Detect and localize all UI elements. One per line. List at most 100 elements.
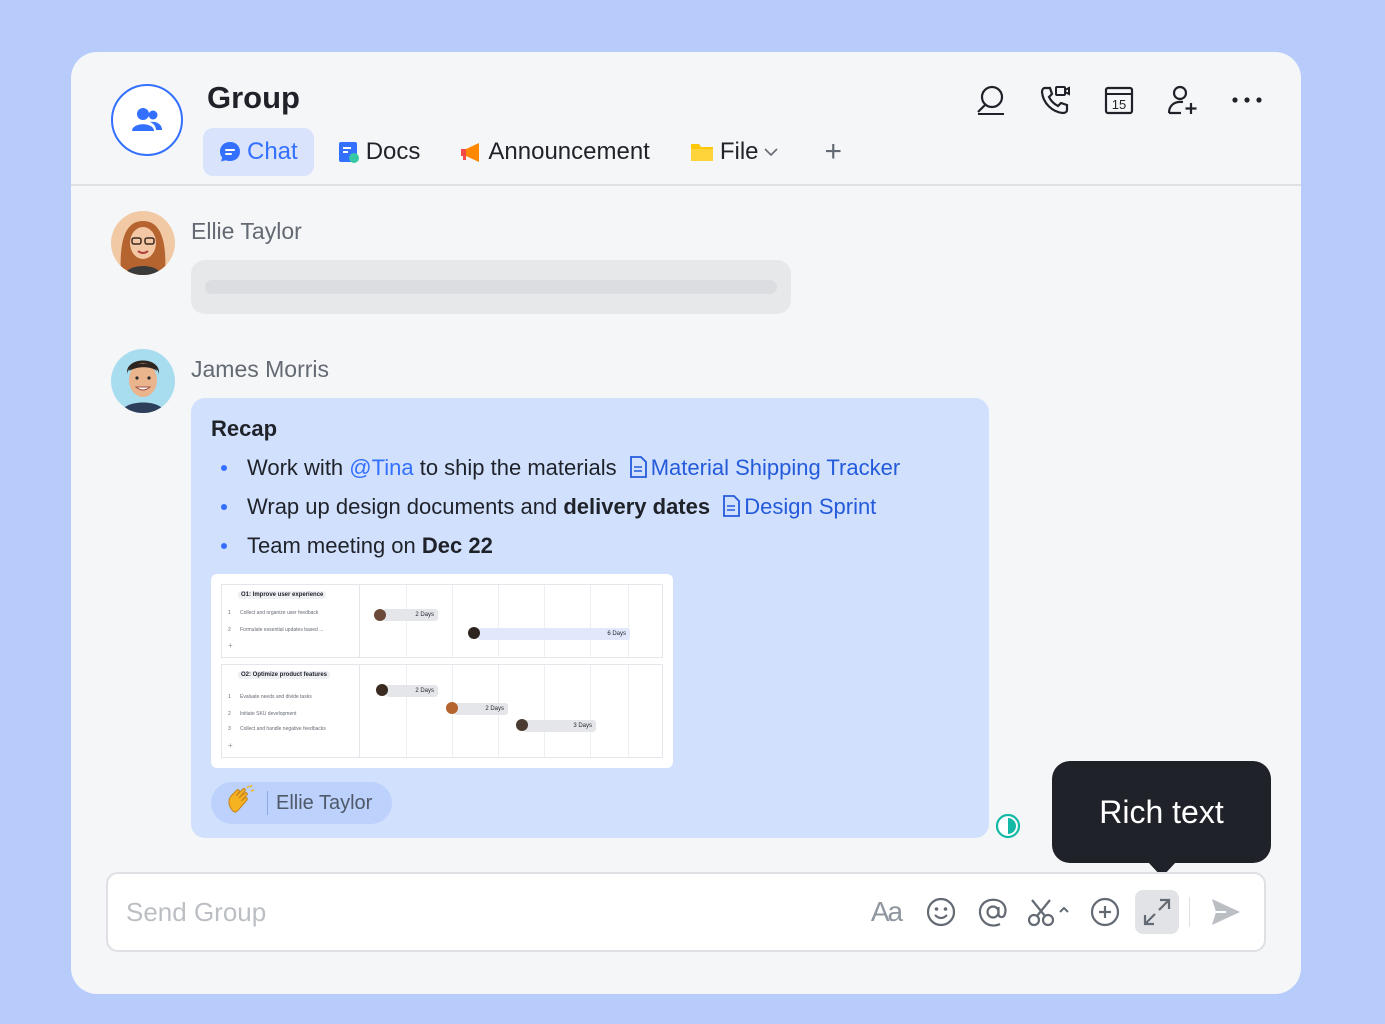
recap-bold-text: delivery dates bbox=[563, 494, 711, 519]
document-icon bbox=[722, 492, 741, 528]
calendar-icon: 15 bbox=[1104, 86, 1134, 115]
read-status-icon bbox=[995, 813, 1021, 839]
recap-list: Work with @Tina to ship the materials Ma… bbox=[219, 450, 900, 564]
emoji-icon bbox=[926, 897, 956, 927]
avatar bbox=[374, 609, 386, 621]
document-icon bbox=[629, 453, 647, 489]
text-format-button[interactable]: Aa bbox=[861, 890, 911, 934]
expand-icon bbox=[1143, 898, 1171, 926]
tab-file[interactable]: File bbox=[674, 128, 795, 176]
rich-text-tooltip: Rich text bbox=[1052, 761, 1271, 877]
tab-announcement[interactable]: Announcement bbox=[444, 128, 665, 176]
avatar bbox=[468, 627, 480, 639]
list-item: Team meeting on Dec 22 bbox=[219, 528, 900, 564]
tab-docs-label: Docs bbox=[365, 138, 421, 165]
plus-icon: + bbox=[228, 641, 233, 650]
mention-link[interactable]: @Tina bbox=[349, 455, 413, 480]
search-icon bbox=[977, 85, 1004, 115]
more-icon bbox=[1232, 97, 1262, 103]
gantt-bar: 6 Days bbox=[478, 628, 630, 640]
video-call-button[interactable] bbox=[1037, 82, 1073, 118]
sender-name: James Morris bbox=[191, 356, 330, 382]
gantt-bar: 3 Days bbox=[524, 720, 596, 732]
send-icon bbox=[1212, 899, 1240, 925]
recap-text: Wrap up design documents and bbox=[247, 494, 564, 519]
header-actions: 15 bbox=[945, 82, 1265, 118]
add-member-icon bbox=[1167, 85, 1197, 115]
recap-text: Team meeting on bbox=[247, 533, 422, 558]
avatar[interactable] bbox=[111, 349, 175, 413]
row-number: 1 bbox=[228, 610, 231, 616]
screenshot-icon bbox=[1027, 899, 1069, 927]
chat-header: Group Chat Docs Announcement File + 15 bbox=[71, 52, 1301, 186]
send-button[interactable] bbox=[1204, 890, 1248, 934]
message-input[interactable] bbox=[126, 892, 826, 932]
more-button[interactable] bbox=[1229, 82, 1265, 118]
add-member-button[interactable] bbox=[1165, 82, 1201, 118]
avatar bbox=[376, 684, 388, 696]
message-placeholder-line bbox=[205, 280, 777, 294]
gantt-task: Collect and organize user feedback bbox=[240, 610, 319, 616]
chat-window: Group Chat Docs Announcement File + 15 E… bbox=[71, 52, 1301, 994]
message-bubble[interactable] bbox=[191, 260, 791, 314]
gantt-task: Collect and handle negative feedbacks bbox=[240, 726, 326, 732]
text-format-icon: Aa bbox=[870, 896, 903, 927]
avatar[interactable] bbox=[111, 211, 175, 275]
gantt-task-list: O1: Improve user experience 1 Collect an… bbox=[222, 585, 360, 657]
reaction-divider bbox=[267, 791, 268, 815]
gantt-bar: 2 Days bbox=[382, 609, 438, 621]
tab-bar: Chat Docs Announcement File + bbox=[203, 128, 872, 176]
reaction-user: Ellie Taylor bbox=[276, 791, 373, 814]
gantt-section-title: O2: Optimize product features bbox=[238, 671, 331, 679]
list-item: Work with @Tina to ship the materials Ma… bbox=[219, 450, 900, 489]
row-number: 2 bbox=[228, 711, 231, 717]
doc-link[interactable]: Design Sprint bbox=[744, 494, 876, 519]
reaction-chip[interactable]: Ellie Taylor bbox=[211, 782, 393, 824]
recap-title: Recap bbox=[211, 416, 278, 441]
mention-button[interactable] bbox=[971, 890, 1015, 934]
group-title: Group bbox=[207, 80, 300, 115]
avatar bbox=[516, 719, 528, 731]
add-button[interactable] bbox=[1083, 890, 1127, 934]
composer-toolbar: Aa bbox=[853, 890, 1248, 934]
tab-chat-label: Chat bbox=[247, 138, 298, 165]
recap-text: Work with bbox=[247, 455, 350, 480]
row-number: 2 bbox=[228, 627, 231, 633]
clapping-hands-icon bbox=[225, 784, 257, 821]
tab-docs[interactable]: Docs bbox=[322, 128, 437, 176]
docs-icon bbox=[338, 141, 360, 163]
tab-file-label: File bbox=[719, 138, 759, 165]
list-item: Wrap up design documents and delivery da… bbox=[219, 489, 900, 528]
message-bubble[interactable]: Recap Work with @Tina to ship the materi… bbox=[191, 398, 989, 838]
gantt-preview-image[interactable]: O1: Improve user experience 1 Collect an… bbox=[211, 574, 673, 768]
add-icon bbox=[1090, 897, 1120, 927]
folder-icon bbox=[690, 141, 714, 163]
row-number: 1 bbox=[228, 694, 231, 700]
gantt-bar: 2 Days bbox=[386, 685, 438, 697]
gantt-section: O2: Optimize product features 1 Evaluate… bbox=[221, 664, 663, 758]
sender-name: Ellie Taylor bbox=[191, 218, 302, 244]
tab-chat[interactable]: Chat bbox=[203, 128, 314, 176]
emoji-button[interactable] bbox=[919, 890, 963, 934]
recap-bold-text: Dec 22 bbox=[421, 533, 493, 558]
group-avatar[interactable] bbox=[111, 84, 183, 156]
calendar-day: 15 bbox=[1112, 97, 1126, 112]
group-people-icon bbox=[132, 108, 162, 131]
mention-icon bbox=[978, 898, 1007, 927]
search-button[interactable] bbox=[973, 82, 1009, 118]
plus-icon: + bbox=[228, 741, 233, 750]
avatar bbox=[446, 702, 458, 714]
expand-button[interactable] bbox=[1135, 890, 1179, 934]
recap-text: to ship the materials bbox=[413, 455, 617, 480]
tab-announcement-label: Announcement bbox=[488, 138, 650, 165]
chevron-down-icon bbox=[763, 147, 779, 157]
calendar-button[interactable]: 15 bbox=[1101, 82, 1137, 118]
message-composer: Aa bbox=[106, 872, 1266, 952]
megaphone-icon bbox=[460, 141, 482, 163]
gantt-task: Initiate SKU development bbox=[240, 711, 297, 717]
screenshot-button[interactable] bbox=[1023, 890, 1075, 934]
add-tab-button[interactable]: + bbox=[803, 128, 865, 176]
gantt-bar: 2 Days bbox=[454, 703, 508, 715]
gantt-section-title: O1: Improve user experience bbox=[238, 591, 327, 599]
doc-link[interactable]: Material Shipping Tracker bbox=[651, 455, 900, 480]
